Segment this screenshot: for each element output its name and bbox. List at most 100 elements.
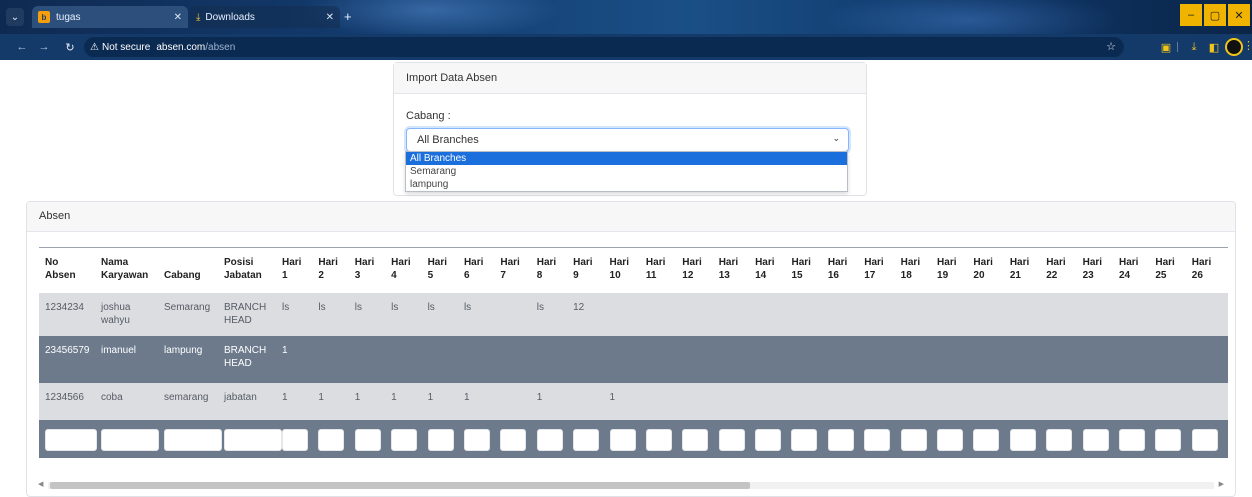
downloads-icon[interactable]: ⤓ [1186,39,1202,55]
window-minimize-button[interactable]: – [1180,4,1202,26]
input-hari-25[interactable] [1155,428,1182,451]
cell-hari-11 [646,336,682,383]
scroll-left-arrow-icon[interactable]: ◀ [38,480,43,488]
address-bar[interactable]: ⚠ Not secure absen.com/absen ☆ [84,37,1124,57]
extensions-puzzle-icon[interactable]: ▣ [1158,39,1174,55]
cell-hari-23 [1083,293,1119,336]
browser-tab-strip: ⌄ b tugas ✕ ⤓ Downloads ✕ + – ▢ ✕ [0,0,1252,34]
reload-icon[interactable]: ↻ [62,39,78,55]
input-hari-19[interactable] [937,428,964,451]
column-header-hari-22: Hari 22 [1046,257,1066,281]
cell-hari-26 [1192,383,1228,420]
tab-close-icon[interactable]: ✕ [326,12,334,23]
cell-hari-19 [937,293,973,336]
cell-hari-6 [464,336,500,383]
side-panel-icon[interactable]: ◧ [1206,39,1222,55]
cell-hari-23 [1083,336,1119,383]
cabang-select[interactable]: All Branches ⌄ [406,128,849,152]
input-cell [573,420,609,458]
input-hari-10[interactable] [609,428,636,451]
tab-search-chevron-icon[interactable]: ⌄ [6,8,24,26]
dropdown-option-lampung[interactable]: lampung [406,178,847,191]
tab-downloads[interactable]: ⤓ Downloads ✕ [190,6,340,28]
chevron-down-icon: ⌄ [832,133,840,143]
input-hari-20[interactable] [973,428,1000,451]
input-hari-2[interactable] [318,428,345,451]
tab-tugas[interactable]: b tugas ✕ [32,6,188,28]
column-header-hari-12: Hari 12 [682,257,702,281]
cell-hari-26 [1192,336,1228,383]
tab-close-icon[interactable]: ✕ [174,12,182,23]
column-header-hari-18: Hari 18 [900,257,921,281]
input-hari-11[interactable] [645,428,672,451]
cell-hari-11 [646,293,682,336]
input-hari-8[interactable] [536,428,563,451]
input-nama-karyawan[interactable] [101,428,159,451]
input-hari-13[interactable] [718,428,745,451]
back-arrow-icon[interactable]: ← [14,39,30,55]
browser-toolbar: ← → ↻ ⚠ Not secure absen.com/absen ☆ ▣ ⤓… [0,34,1252,60]
input-cell [463,420,500,458]
input-cell [827,420,864,458]
cell-hari-23 [1083,383,1119,420]
window-maximize-button[interactable]: ▢ [1204,4,1226,26]
cell-posisi-jabatan: BRANCH HEAD [224,344,267,369]
input-cell [937,420,973,458]
cell-no-absen: 1234234 [45,301,84,313]
input-hari-3[interactable] [354,428,381,451]
input-hari-14[interactable] [755,428,782,451]
forward-arrow-icon[interactable]: → [36,39,52,55]
cell-hari-8: ls [536,301,544,313]
bookmark-star-icon[interactable]: ☆ [1106,40,1116,53]
input-hari-15[interactable] [791,428,818,451]
input-hari-24[interactable] [1118,428,1145,451]
cell-hari-26 [1192,293,1228,336]
scrollbar-thumb[interactable] [50,482,750,489]
input-cell [536,420,573,458]
input-hari-4[interactable] [391,428,418,451]
input-posisi-jabatan[interactable] [224,428,282,451]
input-no-absen[interactable] [45,428,97,451]
input-hari-22[interactable] [1046,428,1073,451]
scroll-right-arrow-icon[interactable]: ▶ [1219,480,1224,488]
input-hari-17[interactable] [864,428,891,451]
absen-card: Absen No Absen Nama Karyawan Cabang Posi… [26,201,1236,497]
profile-avatar[interactable] [1225,38,1243,56]
cabang-dropdown-list: All Branches Semarang lampung [405,151,848,192]
input-hari-12[interactable] [682,428,709,451]
input-cabang[interactable] [164,428,222,451]
input-hari-26[interactable] [1191,428,1218,451]
tab-title: tugas [56,11,81,23]
new-tab-button[interactable]: + [344,9,352,24]
input-hari-18[interactable] [900,428,927,451]
cell-nama-karyawan: imanuel [101,344,137,356]
input-hari-6[interactable] [463,428,490,451]
window-close-button[interactable]: ✕ [1228,4,1250,26]
cell-hari-1: 1 [282,344,288,356]
browser-menu-kebab-icon[interactable]: ⋮ [1243,39,1252,52]
input-cell [1082,420,1119,458]
cell-hari-3 [355,336,391,383]
dropdown-option-all-branches[interactable]: All Branches [406,152,847,165]
input-hari-9[interactable] [573,428,600,451]
import-card-title: Import Data Absen [394,63,866,94]
absen-card-title: Absen [27,202,1235,232]
security-chip[interactable]: ⚠ Not secure [90,42,150,53]
column-header-hari-25: Hari 25 [1155,257,1175,281]
horizontal-scrollbar[interactable]: ◀ ▶ [38,479,1224,491]
table-input-row [39,419,1229,458]
cell-hari-16 [828,383,864,420]
cell-hari-17 [864,383,900,420]
cell-hari-18 [901,293,937,336]
input-hari-23[interactable] [1082,428,1109,451]
dropdown-option-semarang[interactable]: Semarang [406,165,847,178]
column-header-hari-16: Hari 16 [827,257,848,281]
input-hari-16[interactable] [827,428,854,451]
input-hari-21[interactable] [1009,428,1036,451]
input-hari-1[interactable] [282,428,308,451]
input-cell [39,420,101,458]
input-hari-5[interactable] [427,428,454,451]
cell-nama-karyawan: coba [101,391,123,403]
input-hari-7[interactable] [500,428,527,451]
cell-hari-24 [1119,293,1155,336]
